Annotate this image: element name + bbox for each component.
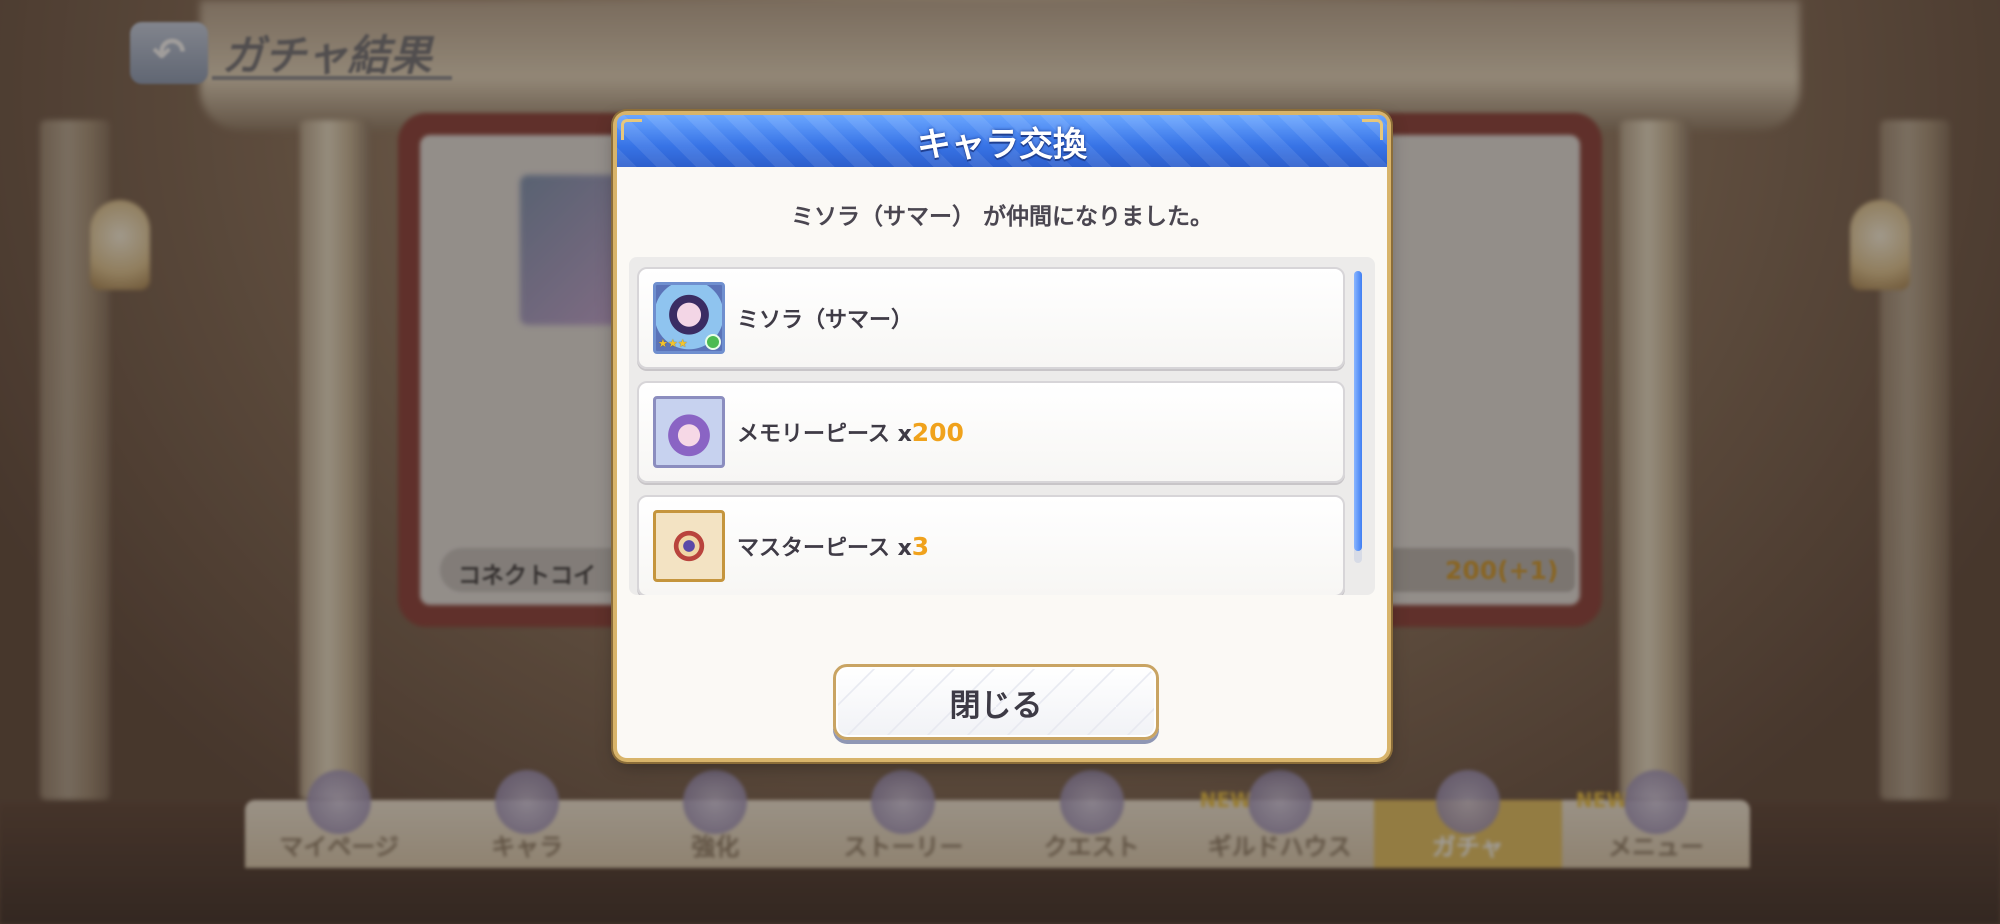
dialog-title: キャラ交換 <box>917 124 1087 165</box>
character-portrait-icon: ★★★ <box>653 282 725 354</box>
close-button[interactable]: 閉じる <box>833 664 1159 740</box>
corner-ornament <box>621 119 642 140</box>
reward-label: ミソラ（サマー） <box>737 302 913 334</box>
reward-multiplier: x <box>897 422 912 447</box>
reward-quantity: 3 <box>911 532 930 561</box>
dialog-header: キャラ交換 <box>617 115 1387 167</box>
memory-piece-icon <box>653 396 725 468</box>
reward-name: ミソラ（サマー） <box>737 308 914 333</box>
reward-name: メモリーピース <box>737 422 898 447</box>
corner-ornament <box>1362 119 1383 140</box>
reward-quantity: 200 <box>911 418 964 447</box>
dialog-message: ミソラ（サマー） が仲間になりました。 <box>790 204 1213 230</box>
scrollbar-thumb[interactable] <box>1354 271 1362 551</box>
reward-item: メモリーピース x200 <box>637 381 1345 483</box>
reward-name: マスターピース <box>737 536 898 561</box>
reward-item: ★★★ ミソラ（サマー） <box>637 267 1345 369</box>
list-scrollbar[interactable] <box>1354 271 1362 563</box>
reward-list[interactable]: ★★★ ミソラ（サマー） メモリーピース x200 マスターピース x3 <box>629 257 1375 595</box>
rarity-stars: ★★★ <box>658 337 688 350</box>
reward-label: メモリーピース x200 <box>737 416 964 448</box>
element-icon <box>705 334 721 350</box>
character-exchange-dialog: キャラ交換 ミソラ（サマー） が仲間になりました。 ★★★ ミソラ（サマー） メ… <box>617 115 1387 758</box>
reward-label: マスターピース x3 <box>737 530 929 562</box>
reward-item: マスターピース x3 <box>637 495 1345 595</box>
close-button-label: 閉じる <box>949 687 1043 724</box>
reward-multiplier: x <box>897 536 912 561</box>
master-piece-icon <box>653 510 725 582</box>
